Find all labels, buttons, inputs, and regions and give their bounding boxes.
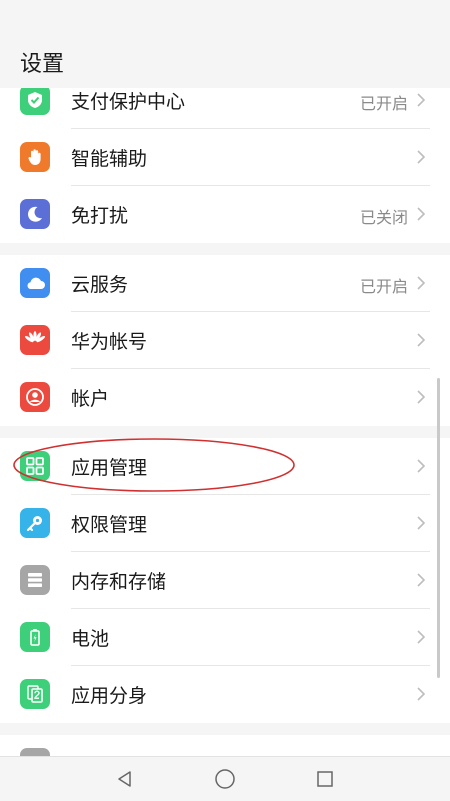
navigation-bar (0, 756, 450, 801)
chevron-right-icon (417, 207, 426, 221)
recents-icon[interactable] (312, 767, 338, 791)
chevron-right-icon (417, 333, 426, 347)
chevron-right-icon (417, 276, 426, 290)
chevron-right-icon (417, 390, 426, 404)
chevron-right-icon (417, 93, 426, 107)
settings-item-battery[interactable]: 电池 (0, 609, 450, 666)
key-icon (20, 508, 50, 538)
settings-item-label: 应用分身 (71, 685, 148, 707)
settings-item-status: 已开启 (359, 94, 408, 113)
settings-item-permission-management[interactable]: 权限管理 (0, 495, 450, 552)
settings-item-label: 应用管理 (71, 457, 148, 479)
cloud-icon (20, 268, 50, 298)
settings-item-label: 智能辅助 (71, 148, 148, 170)
chevron-right-icon (417, 150, 426, 164)
settings-group-apps: 应用管理 权限管理 内存和存储 电池 应用分身 (0, 438, 450, 723)
settings-item-do-not-disturb[interactable]: 免打扰 已关闭 (0, 186, 450, 243)
gear-icon (20, 748, 50, 756)
settings-item-huawei-id[interactable]: 华为帐号 (0, 312, 450, 369)
shield-check-icon (20, 88, 50, 115)
settings-list[interactable]: 支付保护中心 已开启 智能辅助 免打扰 已关闭 云服务 已开启 华为帐号 帐户 … (0, 88, 450, 756)
app-twin-icon (20, 679, 50, 709)
chevron-right-icon (417, 687, 426, 701)
settings-item-app-management[interactable]: 应用管理 (0, 438, 450, 495)
settings-item-label: 帐户 (71, 388, 110, 410)
settings-item-partial[interactable] (0, 735, 450, 756)
storage-icon (20, 565, 50, 595)
hand-icon (20, 142, 50, 172)
chevron-right-icon (417, 459, 426, 473)
back-icon[interactable] (112, 767, 138, 791)
settings-item-label: 支付保护中心 (71, 91, 186, 113)
battery-icon (20, 622, 50, 652)
settings-item-label: 华为帐号 (71, 331, 148, 353)
user-icon (20, 382, 50, 412)
moon-icon (20, 199, 50, 229)
settings-item-label: 内存和存储 (71, 571, 167, 593)
title-bar: 设置 (0, 30, 450, 88)
settings-group-partial (0, 735, 450, 756)
settings-group-accounts: 云服务 已开启 华为帐号 帐户 (0, 255, 450, 426)
settings-item-label: 电池 (71, 628, 110, 650)
app-grid-icon (20, 451, 50, 481)
home-icon[interactable] (212, 767, 238, 791)
settings-item-label: 权限管理 (71, 514, 148, 536)
settings-item-payment-protection[interactable]: 支付保护中心 已开启 (0, 88, 450, 129)
chevron-right-icon (417, 573, 426, 587)
settings-group-security: 支付保护中心 已开启 智能辅助 免打扰 已关闭 (0, 88, 450, 243)
settings-item-smart-assist[interactable]: 智能辅助 (0, 129, 450, 186)
chevron-right-icon (417, 516, 426, 530)
settings-item-status: 已开启 (359, 277, 408, 296)
settings-item-accounts[interactable]: 帐户 (0, 369, 450, 426)
settings-item-status: 已关闭 (359, 208, 408, 227)
status-bar (0, 0, 450, 30)
settings-item-label: 云服务 (71, 274, 129, 296)
settings-item-app-twin[interactable]: 应用分身 (0, 666, 450, 723)
huawei-logo-icon (20, 325, 50, 355)
settings-item-cloud-service[interactable]: 云服务 已开启 (0, 255, 450, 312)
chevron-right-icon (417, 630, 426, 644)
page-title: 设置 (20, 52, 65, 77)
settings-item-memory-storage[interactable]: 内存和存储 (0, 552, 450, 609)
settings-item-label: 免打扰 (71, 205, 129, 227)
scrollbar[interactable] (437, 378, 440, 678)
